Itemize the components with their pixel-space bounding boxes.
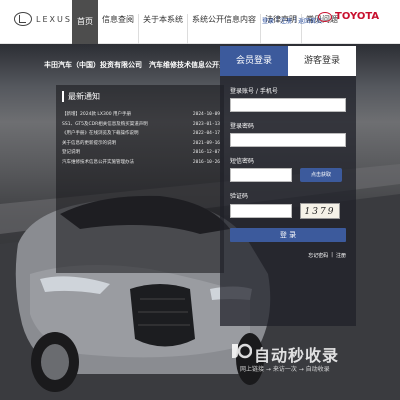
news-item-title: 【新增】2024款 LX300 用户手册 [62, 112, 131, 117]
form-links: 忘记密码 | 注册 [230, 252, 346, 259]
lexus-emblem-icon [14, 12, 32, 26]
tab-member-login[interactable]: 会员登录 [220, 46, 288, 76]
watermark-main-text: 自动秒收录 [254, 346, 340, 365]
lexus-wordmark: LEXUS [36, 14, 72, 24]
sms-row: 点击获取 [230, 168, 346, 182]
toyota-emblem-icon [318, 11, 332, 22]
news-item-date: 2023-01-13 [192, 121, 220, 127]
nav-about[interactable]: 关于本系统 [139, 14, 188, 44]
news-item[interactable]: 【新增】2024款 LX300 用户手册 2024-10-09 [62, 110, 220, 120]
nav-home[interactable]: 首页 [72, 0, 98, 44]
left-panel: 丰田汽车（中国）投资有限公司 汽车维修技术信息公开系统 最新通知 【新增】202… [44, 53, 233, 283]
user-links: 登录 | 注册 | 返回首页 [262, 16, 322, 25]
top-header: LEXUS 首页 信息查阅 关于本系统 系统公开信息内容 法律声明 常见问题 登… [0, 0, 400, 44]
login-link[interactable]: 登录 [262, 16, 274, 25]
sms-input[interactable] [230, 168, 292, 182]
nav-info-lookup[interactable]: 信息查阅 [98, 14, 139, 44]
link-separator: | [276, 16, 279, 23]
login-button[interactable]: 登 录 [230, 228, 346, 242]
news-item-date: 2022-04-17 [192, 131, 220, 136]
password-label: 登录密码 [230, 123, 255, 130]
login-form: 登录账号 / 手机号 登录密码 短信密码 点击获取 验证码 1379 登 录 忘… [220, 76, 356, 259]
news-item-title: 《用户手册》在线浏览及下载操作说明 [62, 131, 139, 136]
toyota-wordmark: TOYOTA [335, 11, 380, 22]
watermark-sub-text: 网上链接 → 来访一次 → 自动收录 [240, 366, 330, 373]
login-tabs: 会员登录 游客登录 [220, 46, 356, 76]
tab-guest-login[interactable]: 游客登录 [288, 46, 356, 76]
captcha-image[interactable]: 1379 [300, 203, 340, 219]
account-input[interactable] [230, 98, 346, 112]
news-item-title: 登记说明 [62, 150, 80, 155]
captcha-row: 1379 [230, 203, 346, 219]
register-link[interactable]: 注册 [336, 252, 346, 259]
news-item-title: 关于信息的更新提示的说明 [62, 140, 116, 146]
news-item-title: 汽车维修技术信息公开实施管理办法 [62, 159, 134, 165]
captcha-input[interactable] [230, 204, 292, 218]
forgot-password-link[interactable]: 忘记密码 [308, 252, 328, 259]
news-item[interactable]: 《用户手册》在线浏览及下载操作说明 2022-04-17 [62, 129, 220, 139]
news-item[interactable]: 汽车维修技术信息公开实施管理办法 2016-10-26 [62, 158, 220, 168]
login-panel: 会员登录 游客登录 登录账号 / 手机号 登录密码 短信密码 点击获取 验证码 … [220, 46, 356, 326]
send-code-button[interactable]: 点击获取 [300, 168, 342, 182]
news-item[interactable]: 登记说明 2016-12-07 [62, 148, 220, 158]
lexus-logo[interactable]: LEXUS [14, 12, 72, 26]
site-title: 丰田汽车（中国）投资有限公司 汽车维修技术信息公开系统 [44, 61, 233, 69]
account-label: 登录账号 / 手机号 [230, 88, 278, 95]
watermark-logo-icon [232, 343, 252, 359]
link-separator: | [331, 252, 333, 258]
news-item-date: 2016-12-07 [192, 150, 220, 155]
news-item-date: 2024-10-09 [192, 112, 220, 117]
news-title: 最新通知 [62, 91, 220, 102]
news-item[interactable]: 关于信息的更新提示的说明 2021-09-16 [62, 139, 220, 149]
link-separator: | [294, 16, 297, 23]
captcha-label: 验证码 [230, 193, 249, 200]
news-box: 最新通知 【新增】2024款 LX300 用户手册 2024-10-09 SS1… [56, 85, 224, 273]
watermark: 自动秒收录 网上链接 → 来访一次 → 自动收录 [230, 340, 390, 386]
password-input[interactable] [230, 133, 346, 147]
toyota-logo[interactable]: TOYOTA [318, 11, 379, 22]
news-item-date: 2021-09-16 [192, 140, 220, 146]
sms-label: 短信密码 [230, 158, 255, 165]
page-root: LEXUS 首页 信息查阅 关于本系统 系统公开信息内容 法律声明 常见问题 登… [0, 0, 400, 400]
news-item[interactable]: SS1、GT5及CDR相关信息及购买渠道声明 2023-01-13 [62, 120, 220, 130]
news-item-title: SS1、GT5及CDR相关信息及购买渠道声明 [62, 121, 148, 127]
register-link[interactable]: 注册 [280, 16, 292, 25]
nav-public-info[interactable]: 系统公开信息内容 [188, 14, 261, 44]
news-item-date: 2016-10-26 [192, 159, 220, 165]
